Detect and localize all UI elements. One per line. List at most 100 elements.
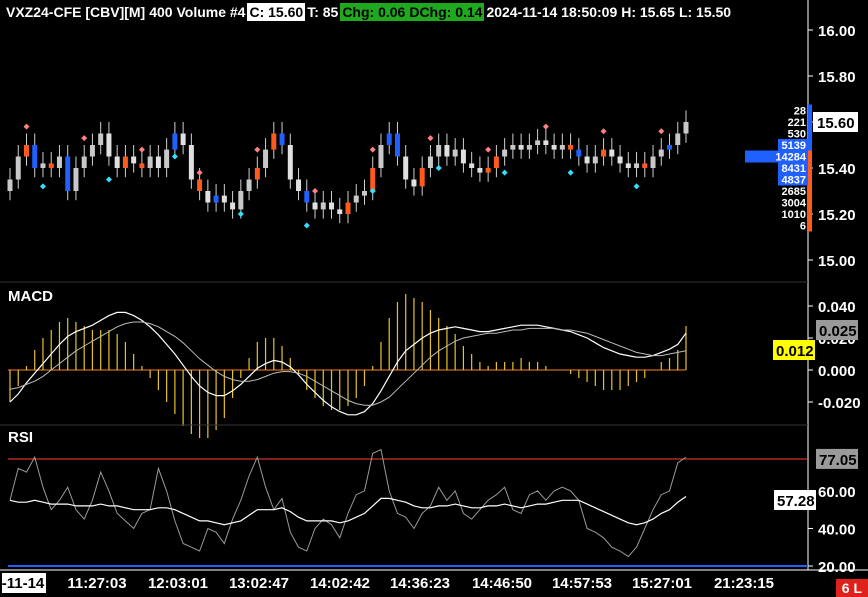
price-candle [279,133,285,145]
price-candle [32,145,38,168]
price-candle [485,168,491,173]
price-candle [139,163,145,168]
price-candle [584,156,590,164]
price-candle [205,191,211,203]
price-candle [667,145,673,150]
signal-marker-up [369,146,376,153]
price-candle [263,149,269,168]
ladder-volume: 2685 [782,186,806,198]
signal-marker-up [485,146,492,153]
rsi-title: RSI [8,429,33,446]
price-candle [180,133,186,145]
price-candle [609,149,615,157]
price-candle [172,133,178,150]
low-value: L: 15.50 [678,4,732,20]
price-candle [518,145,524,150]
price-candle [378,145,384,168]
x-tick-label: 13:02:47 [229,575,289,592]
price-tick-label: 15.20 [818,207,856,224]
last-price-label: 15.60 [817,115,855,132]
price-candle [675,133,681,145]
price-candle [89,145,95,157]
price-candle [48,163,54,168]
ladder-side-mark [808,150,812,163]
price-tick-label: 15.00 [818,253,856,270]
corner-label[interactable]: 6 L [835,579,868,597]
signal-marker-up [542,123,549,130]
ladder-volume: 14284 [775,152,806,164]
ladder-side-mark [808,173,812,186]
price-candle [131,156,137,164]
price-candle [155,156,161,168]
signal-marker-down [303,222,310,229]
price-candle [246,179,252,191]
signal-marker-up [81,135,88,142]
signal-marker-down [501,169,508,176]
x-tick-label: 11:27:03 [67,575,126,592]
signal-marker-down [567,169,574,176]
macd-title: MACD [8,288,53,305]
signal-marker-up [196,169,203,176]
price-candle [452,149,458,157]
ladder-side-mark [808,196,812,209]
signal-marker-up [600,128,607,135]
ladder-side-mark [808,185,812,197]
ladder-volume: 1010 [782,209,806,221]
x-tick-label: 14:36:23 [390,575,450,592]
chart-canvas[interactable]: 16.00 15.80 15.60 15.40 15.20 15.00 2822153051… [0,0,868,597]
ladder-volume: 3004 [782,198,807,210]
x-tick-label: 14:02:42 [310,575,370,592]
ladder-side-mark [808,127,812,140]
signal-marker-up [658,128,665,135]
price-candle [329,202,335,210]
price-candle [353,195,359,203]
price-candle [271,133,277,150]
price-candle [493,156,499,168]
x-tick-label: 14:46:50 [472,575,532,592]
signal-marker-down [237,211,244,217]
change-value: Chg: 0.06 [340,3,408,21]
high-value: H: 15.65 [621,4,675,20]
x-tick-label: 12:03:01 [148,575,208,592]
macd-tick-label: 0.040 [818,299,856,316]
price-candle [65,156,71,191]
macd-tick-label: 0.000 [818,363,856,380]
signal-marker-down [39,183,46,190]
price-candle [403,156,409,180]
price-candle [370,168,376,191]
price-candle [312,202,318,210]
price-candle [197,179,203,191]
price-candle [7,179,13,191]
signal-marker-down [105,176,112,183]
x-tick-label: 21:23:15 [714,575,774,592]
rsi-tick-label: 20.00 [818,559,856,576]
signal-marker-up [254,146,261,153]
price-candle [337,209,343,214]
price-candle [40,163,46,168]
symbol-label: VXZ24-CFE [CBV][M] [6,4,146,20]
price-candle [23,145,29,157]
price-candle [502,149,508,157]
price-candle [510,145,516,150]
price-candle [386,133,392,145]
signal-marker-up [427,135,434,142]
price-candle [106,133,112,157]
price-candle [188,145,194,180]
ladder-volume: 4837 [782,175,806,187]
price-candle [304,191,310,203]
price-candle [460,149,466,164]
rsi-tick-label: 60.00 [818,484,856,501]
signal-marker-up [138,146,145,153]
ladder-side-mark [808,208,812,220]
datetime-value: 2024-11-14 18:50:09 [486,4,618,20]
price-candle [592,156,598,164]
ladder-volume: 28 [794,106,806,118]
daily-change-value: DChg: 0.14 [407,3,485,21]
price-candle [287,145,293,180]
price-candle [361,191,367,196]
price-candle [658,149,664,157]
rsi-ma-label: 57.28 [777,493,815,510]
price-candle [81,156,87,168]
ladder-side-mark [808,162,812,174]
price-candle [122,156,128,168]
